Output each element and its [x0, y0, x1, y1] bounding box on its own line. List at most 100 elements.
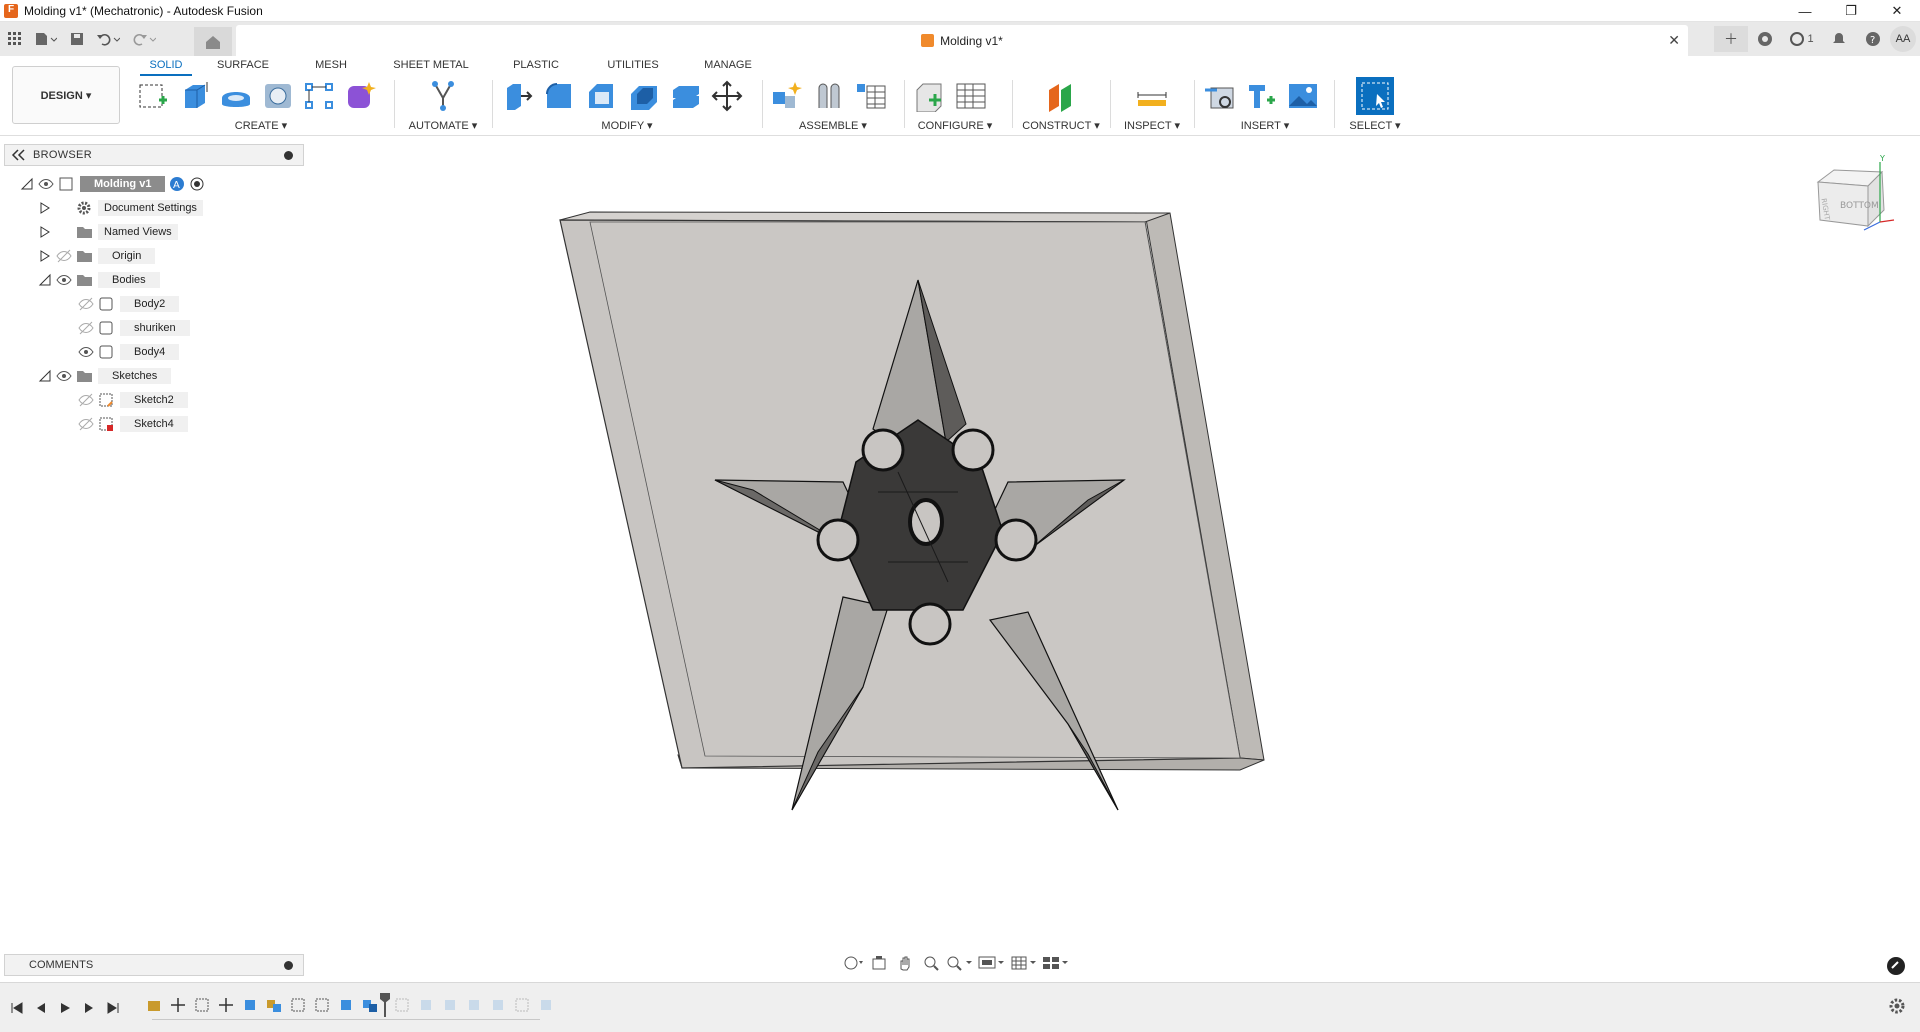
timeline-suppressed-icon[interactable]: [466, 997, 482, 1013]
tree-root[interactable]: Molding v1 A: [20, 174, 205, 194]
display-settings-icon[interactable]: [976, 952, 1008, 974]
tab-surface[interactable]: SURFACE: [192, 56, 294, 76]
timeline-extrude-icon[interactable]: [338, 997, 354, 1013]
close-button[interactable]: ✕: [1874, 0, 1920, 22]
step-forward-icon[interactable]: [80, 999, 98, 1017]
timeline-move-icon[interactable]: [218, 997, 234, 1013]
tree-item-sketch4[interactable]: Sketch4: [78, 414, 188, 434]
timeline-suppressed-icon[interactable]: [418, 997, 434, 1013]
new-tab-plus-icon[interactable]: ＋: [1714, 26, 1748, 52]
tree-item-origin[interactable]: Origin: [38, 246, 156, 266]
shell-icon[interactable]: [626, 79, 660, 113]
pan-hand-icon[interactable]: [892, 952, 918, 974]
timeline-sketch-icon[interactable]: [194, 997, 210, 1013]
redo-icon[interactable]: [126, 26, 162, 52]
insert-menu[interactable]: INSERT ▾: [1202, 119, 1328, 132]
tab-utilities[interactable]: UTILITIES: [578, 56, 688, 76]
measure-icon[interactable]: [1135, 79, 1169, 113]
grid-snaps-icon[interactable]: [1008, 952, 1040, 974]
collapse-browser-icon[interactable]: [11, 149, 25, 161]
tree-item-sketches[interactable]: Sketches: [38, 366, 172, 386]
fillet-icon[interactable]: [542, 79, 576, 113]
browser-options-icon[interactable]: [284, 151, 293, 160]
tab-mesh[interactable]: MESH: [294, 56, 368, 76]
tree-item-named-views[interactable]: Named Views: [38, 222, 178, 242]
timeline-combine-icon[interactable]: [362, 997, 378, 1013]
user-avatar[interactable]: AA: [1890, 26, 1916, 52]
tree-item-body2[interactable]: Body2: [78, 294, 180, 314]
undo-icon[interactable]: [90, 26, 126, 52]
minimize-button[interactable]: —: [1782, 0, 1828, 22]
extensions-icon[interactable]: [1748, 26, 1782, 52]
collapse-triangle-icon[interactable]: [38, 273, 52, 287]
chat-bubble-icon[interactable]: [1886, 956, 1906, 976]
hidden-eye-icon[interactable]: [56, 248, 72, 264]
timeline-track[interactable]: [152, 1019, 540, 1020]
fit-zoom-icon[interactable]: [944, 952, 976, 974]
go-to-start-icon[interactable]: [8, 999, 26, 1017]
assemble-menu[interactable]: ASSEMBLE ▾: [770, 119, 896, 132]
timeline-suppressed-icon[interactable]: [442, 997, 458, 1013]
move-copy-icon[interactable]: [710, 79, 744, 113]
tree-item-shuriken[interactable]: shuriken: [78, 318, 190, 338]
workspace-switcher[interactable]: DESIGN ▾: [12, 66, 120, 124]
play-icon[interactable]: [56, 999, 74, 1017]
hidden-eye-icon[interactable]: [78, 392, 94, 408]
timeline-sketch-icon[interactable]: [290, 997, 306, 1013]
offset-plane-icon[interactable]: [1044, 79, 1078, 113]
form-icon[interactable]: [344, 79, 378, 113]
timeline-suppressed-icon[interactable]: [490, 997, 506, 1013]
timeline-feature-icon[interactable]: [146, 997, 162, 1013]
zoom-icon[interactable]: [918, 952, 944, 974]
timeline-suppressed-icon[interactable]: [538, 997, 554, 1013]
tree-item-document-settings[interactable]: Document Settings: [38, 198, 203, 218]
timeline-suppressed-icon[interactable]: [514, 997, 530, 1013]
automate-menu[interactable]: AUTOMATE ▾: [402, 119, 484, 132]
timeline-move-icon[interactable]: [170, 997, 186, 1013]
tab-manage[interactable]: MANAGE: [688, 56, 768, 76]
timeline-sketch-icon[interactable]: [314, 997, 330, 1013]
save-icon[interactable]: [64, 26, 90, 52]
expand-triangle-icon[interactable]: [38, 201, 52, 215]
data-panel-grid-icon[interactable]: [2, 26, 28, 52]
document-tab[interactable]: Molding v1* ✕: [236, 25, 1688, 56]
close-tab-icon[interactable]: ✕: [1668, 32, 1680, 49]
tree-item-body4[interactable]: Body4: [78, 342, 180, 362]
modify-menu[interactable]: MODIFY ▾: [500, 119, 754, 132]
new-component-icon[interactable]: [770, 79, 804, 113]
visibility-eye-icon[interactable]: [56, 272, 72, 288]
visibility-eye-icon[interactable]: [78, 344, 94, 360]
joint-icon[interactable]: [812, 79, 846, 113]
orbit-icon[interactable]: [840, 952, 866, 974]
tab-plastic[interactable]: PLASTIC: [494, 56, 578, 76]
job-status-icon[interactable]: 1: [1782, 26, 1822, 52]
expand-triangle-icon[interactable]: [38, 225, 52, 239]
tree-item-sketch2[interactable]: Sketch2: [78, 390, 188, 410]
hidden-eye-icon[interactable]: [78, 416, 94, 432]
inspect-menu[interactable]: INSPECT ▾: [1114, 119, 1190, 132]
viewport-canvas[interactable]: [310, 140, 1610, 940]
active-component-icon[interactable]: A: [169, 176, 185, 192]
comments-add-icon[interactable]: [284, 961, 293, 970]
timeline-combine-icon[interactable]: [266, 997, 282, 1013]
viewcube[interactable]: BOTTOM RIGHT Y: [1812, 152, 1912, 242]
create-sketch-icon[interactable]: [136, 79, 170, 113]
pattern-icon[interactable]: [303, 79, 337, 113]
collapse-triangle-icon[interactable]: [20, 177, 34, 191]
hole-icon[interactable]: [261, 79, 295, 113]
split-face-icon[interactable]: [668, 79, 702, 113]
browser-panel-header[interactable]: BROWSER: [4, 144, 304, 166]
viewports-icon[interactable]: [1040, 952, 1072, 974]
tab-sheet-metal[interactable]: SHEET METAL: [368, 56, 494, 76]
visibility-eye-icon[interactable]: [38, 176, 54, 192]
timeline-extrude-icon[interactable]: [242, 997, 258, 1013]
press-pull-icon[interactable]: [500, 79, 534, 113]
automate-icon[interactable]: [426, 79, 460, 113]
maximize-button[interactable]: ❐: [1828, 0, 1874, 22]
configure-design-icon[interactable]: [912, 79, 946, 113]
extrude-icon[interactable]: [178, 79, 212, 113]
tree-item-bodies[interactable]: Bodies: [38, 270, 160, 290]
configure-menu[interactable]: CONFIGURE ▾: [912, 119, 998, 132]
hidden-eye-icon[interactable]: [78, 320, 94, 336]
select-menu[interactable]: SELECT ▾: [1340, 119, 1410, 132]
